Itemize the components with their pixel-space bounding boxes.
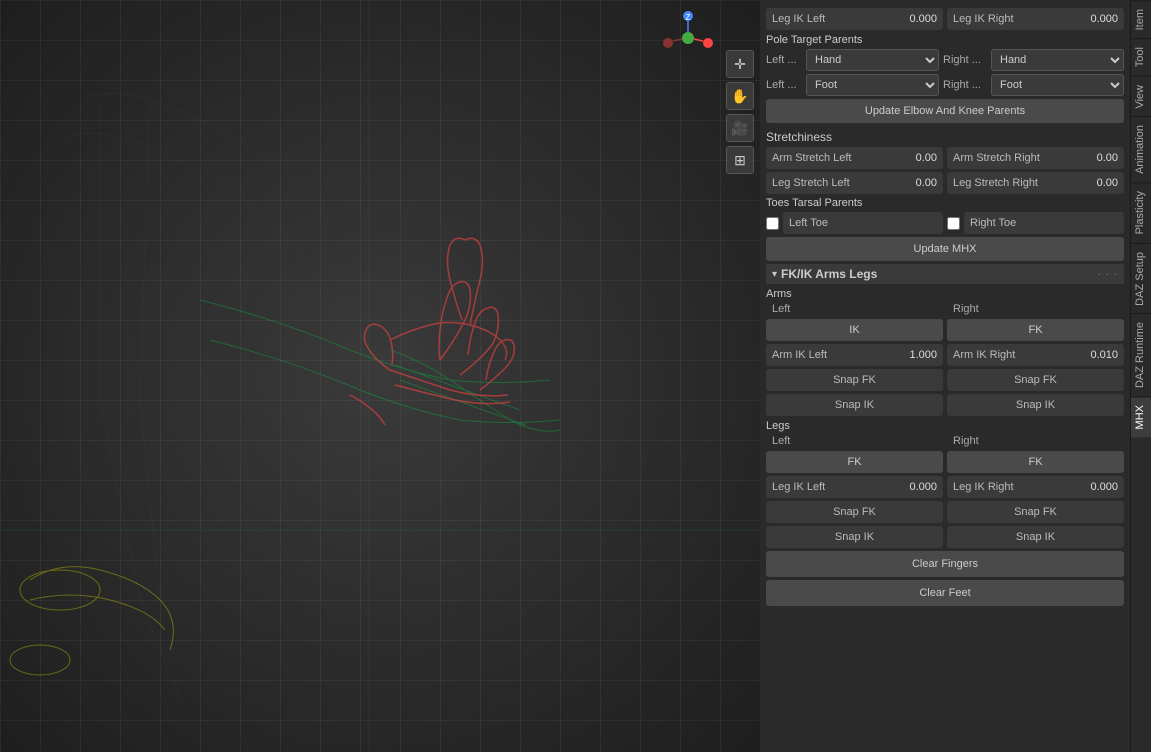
leg-ik-right-button[interactable]: Leg IK Right 0.000 [947, 8, 1124, 30]
leg-ik-left-button[interactable]: Leg IK Left 0.000 [766, 8, 943, 30]
clear-fingers-button[interactable]: Clear Fingers [766, 551, 1124, 577]
viewport[interactable]: Z ✛ ✋ 🎥 ⊞ [0, 0, 760, 752]
tab-view[interactable]: View [1131, 76, 1151, 117]
arm-snap-ik-left-button[interactable]: Snap IK [766, 394, 943, 416]
pole-target-label: Pole Target Parents [766, 34, 1124, 46]
left-foot-label: Left ... [766, 79, 802, 91]
tab-plasticity[interactable]: Plasticity [1131, 182, 1151, 242]
toes-tarsal-label: Toes Tarsal Parents [766, 197, 1124, 209]
arms-right-header: Right [947, 302, 1124, 316]
tab-daz-runtime[interactable]: DAZ Runtime [1131, 313, 1151, 396]
update-mhx-button[interactable]: Update MHX [766, 237, 1124, 261]
arms-label: Arms [766, 288, 1124, 300]
leg-snap-ik-left-button[interactable]: Snap IK [766, 526, 943, 548]
clear-feet-button[interactable]: Clear Feet [766, 580, 1124, 606]
arm-snap-fk-right-button[interactable]: Snap FK [947, 369, 1124, 391]
left-foot-dropdown[interactable]: Foot Hand None [806, 74, 939, 96]
leg-stretch-left-button[interactable]: Leg Stretch Left 0.00 [766, 172, 943, 194]
tab-animation[interactable]: Animation [1131, 116, 1151, 182]
leg-snap-fk-left-button[interactable]: Snap FK [766, 501, 943, 523]
left-hand-dropdown[interactable]: Hand Foot None [806, 49, 939, 71]
arm-stretch-left-button[interactable]: Arm Stretch Left 0.00 [766, 147, 943, 169]
camera-tool-button[interactable]: 🎥 [726, 114, 754, 142]
right-foot-label: Right ... [943, 79, 987, 91]
arm-right-mode-button[interactable]: FK [947, 319, 1124, 341]
update-elbow-knee-button[interactable]: Update Elbow And Knee Parents [766, 99, 1124, 123]
arms-left-header: Left [766, 302, 943, 316]
leg-right-mode-button[interactable]: FK [947, 451, 1124, 473]
fkik-section-header[interactable]: ▾ FK/IK Arms Legs · · · [766, 264, 1124, 284]
leg-ik-left-fkik-button[interactable]: Leg IK Left 0.000 [766, 476, 943, 498]
left-toe-checkbox[interactable] [766, 217, 779, 230]
arm-snap-fk-left-button[interactable]: Snap FK [766, 369, 943, 391]
right-toe-label: Right Toe [964, 212, 1124, 234]
fkik-section-dots: · · · [1097, 269, 1118, 280]
gizmo[interactable]: Z [658, 8, 718, 68]
leg-stretch-right-button[interactable]: Leg Stretch Right 0.00 [947, 172, 1124, 194]
tab-tool[interactable]: Tool [1131, 38, 1151, 75]
arm-ik-right-button[interactable]: Arm IK Right 0.010 [947, 344, 1124, 366]
leg-ik-right-fkik-button[interactable]: Leg IK Right 0.000 [947, 476, 1124, 498]
hand-tool-button[interactable]: ✋ [726, 82, 754, 110]
legs-right-header: Right [947, 434, 1124, 448]
right-panel: Leg IK Left 0.000 Leg IK Right 0.000 Pol… [760, 0, 1151, 752]
left-toe-field: Left Toe [766, 212, 943, 234]
arm-stretch-right-button[interactable]: Arm Stretch Right 0.00 [947, 147, 1124, 169]
right-hand-dropdown[interactable]: Hand Foot None [991, 49, 1124, 71]
viewport-toolbar: ✛ ✋ 🎥 ⊞ [726, 50, 754, 174]
stretchiness-label: Stretchiness [766, 130, 1124, 144]
side-tabs: Item Tool View Animation Plasticity DAZ … [1130, 0, 1151, 752]
legs-label: Legs [766, 420, 1124, 432]
fkik-chevron-icon: ▾ [772, 269, 777, 280]
leg-left-mode-button[interactable]: FK [766, 451, 943, 473]
leg-snap-fk-right-button[interactable]: Snap FK [947, 501, 1124, 523]
arm-ik-left-button[interactable]: Arm IK Left 1.000 [766, 344, 943, 366]
fkik-section-title: FK/IK Arms Legs [781, 267, 877, 281]
tab-daz-setup[interactable]: DAZ Setup [1131, 243, 1151, 314]
right-toe-checkbox[interactable] [947, 217, 960, 230]
leg-snap-ik-right-button[interactable]: Snap IK [947, 526, 1124, 548]
left-toe-label: Left Toe [783, 212, 943, 234]
plus-tool-button[interactable]: ✛ [726, 50, 754, 78]
right-toe-field: Right Toe [947, 212, 1124, 234]
svg-text:Z: Z [686, 13, 691, 22]
legs-left-header: Left [766, 434, 943, 448]
right-foot-dropdown[interactable]: Foot Hand None [991, 74, 1124, 96]
left-hand-label: Left ... [766, 54, 802, 66]
tab-item[interactable]: Item [1131, 0, 1151, 38]
tab-mhx[interactable]: MHX [1131, 396, 1151, 437]
right-hand-label: Right ... [943, 54, 987, 66]
arm-snap-ik-right-button[interactable]: Snap IK [947, 394, 1124, 416]
arm-left-mode-button[interactable]: IK [766, 319, 943, 341]
grid-tool-button[interactable]: ⊞ [726, 146, 754, 174]
panel-content: Leg IK Left 0.000 Leg IK Right 0.000 Pol… [760, 0, 1130, 752]
